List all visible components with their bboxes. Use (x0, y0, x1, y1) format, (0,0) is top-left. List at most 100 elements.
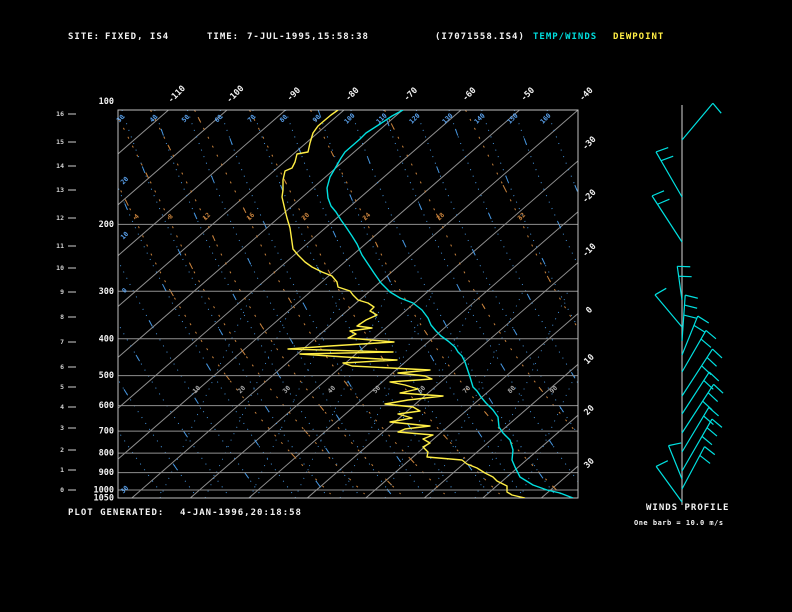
dry-adiabat-dash (118, 378, 196, 495)
moist-adiabat-line (249, 110, 500, 495)
adiabat-top-label: 90 (311, 113, 322, 124)
top-temp-label: -110 (166, 84, 188, 106)
dry-adiabat-line (118, 259, 261, 495)
wind-barb (681, 348, 723, 397)
dry-adiabat-labels: 30 40 50 60 70 80 90 100 110 120 130 140 150 16020100… (115, 112, 559, 496)
adiabat-top-label: 160 (539, 112, 553, 126)
pressure-tick-label: 500 (99, 371, 114, 381)
moist-adiabat-dash (465, 110, 578, 330)
adiabat-mid-label: 70 (461, 384, 472, 395)
dry-adiabat-dash (118, 322, 228, 495)
top-temp-label: -70 (402, 86, 420, 104)
height-tick-label: 15 (56, 138, 64, 146)
top-temp-labels: -110 -100 -90 -80 -70 -60 -50 -40 (166, 84, 595, 106)
adiabat-top-label: 50 (180, 113, 191, 124)
dry-adiabat-line (121, 110, 326, 495)
moist-adiabat-line (384, 110, 578, 435)
dry-adiabat-dash (118, 186, 294, 495)
moist-adiabat-dash (310, 110, 561, 495)
right-temp-label: 0 (584, 305, 595, 316)
top-temp-label: -80 (344, 86, 362, 104)
moist-adiabat-label: 28 (435, 211, 446, 222)
moist-adiabat-label: 8 (166, 212, 174, 220)
adiabat-mid-label: 50 (371, 384, 382, 395)
dry-adiabat-line (743, 110, 792, 494)
dry-adiabat-dash (118, 430, 163, 495)
dry-adiabat-line (678, 110, 792, 494)
wind-barb-flick (651, 190, 665, 197)
wind-barb-flick (704, 446, 716, 456)
height-tick-label: 8 (60, 313, 64, 321)
isotherm-line (118, 110, 462, 409)
winds-barb-legend: One barb = 10.0 m/s (634, 519, 724, 527)
wind-barb-flick (705, 329, 717, 340)
top-temp-label: -50 (519, 86, 537, 104)
wind-barb-shaft (667, 445, 683, 480)
grid-layer (118, 110, 792, 498)
wind-barb (681, 383, 724, 434)
wind-barb-flick (655, 146, 669, 153)
moist-adiabat-label: 16 (245, 211, 256, 222)
top-temp-label: -60 (461, 86, 479, 104)
moist-adiabat-label: 4 (132, 212, 140, 220)
pressure-axis-labels: 10020030040050060070080090010001050 (94, 97, 114, 504)
isotherm-line (482, 414, 578, 498)
temp-trace (326, 110, 574, 498)
adiabat-top-label: 40 (148, 113, 159, 124)
height-tick-label: 5 (60, 383, 64, 391)
mixing-ratio-line (519, 368, 578, 498)
height-tick-label: 11 (56, 242, 64, 250)
wind-barb-shaft (654, 294, 683, 328)
dry-adiabat-dash (121, 110, 326, 495)
dry-adiabat-dash (317, 110, 523, 495)
wind-barb-flick (660, 155, 674, 162)
isotherm-line (118, 110, 520, 460)
wind-barb-flick (668, 442, 682, 447)
dry-adiabat-line (448, 110, 578, 385)
wind-barb-shaft (655, 466, 683, 503)
isotherm-line (131, 110, 578, 498)
dry-adiabat-dash (219, 110, 424, 495)
wind-barb-shaft (676, 266, 683, 301)
isotherm-line (306, 261, 578, 498)
wind-barb-flick (713, 383, 724, 394)
pressure-tick-label: 600 (99, 401, 114, 411)
dry-adiabat-dash (186, 110, 392, 495)
pressure-tick-label: 1050 (94, 494, 114, 504)
height-tick-label: 0 (60, 486, 64, 494)
wind-barb-flick (693, 324, 706, 333)
wind-barb-flick (701, 435, 713, 446)
height-tick-label: 3 (60, 424, 64, 432)
adiabat-mid-label: 10 (191, 384, 202, 395)
right-temp-label: 20 (582, 403, 596, 417)
isotherm-line (600, 110, 792, 498)
wind-barb (681, 418, 723, 472)
moist-adiabat-label: 24 (361, 211, 372, 222)
top-temp-label: -100 (225, 84, 247, 106)
moist-adiabat-label: 32 (516, 211, 527, 222)
wind-barb (681, 371, 720, 415)
adiabat-top-label: 70 (246, 113, 257, 124)
dry-adiabat-line (186, 110, 392, 495)
moist-adiabat-line (310, 110, 561, 495)
adiabat-mid-label: 90 (548, 384, 559, 395)
wind-barb-shaft (651, 195, 683, 243)
top-temp-label: -90 (285, 86, 303, 104)
dry-adiabat-line (118, 430, 163, 495)
wind-barb-shaft (681, 446, 706, 490)
height-tick-label: 1 (60, 466, 64, 474)
plot-generated-value: 4-JAN-1996,20:18:58 (180, 508, 302, 518)
moist-adiabat-label: 20 (300, 211, 311, 222)
height-tick-label: 13 (56, 186, 64, 194)
dry-adiabat-line (711, 110, 792, 494)
wind-barb (667, 442, 683, 480)
dry-adiabat-line (219, 110, 424, 495)
dry-adiabat-dash (448, 110, 578, 385)
wind-barb-flick (712, 348, 723, 359)
wind-profile (651, 102, 724, 505)
moist-adiabat-dash (249, 110, 500, 495)
dry-adiabat-line (118, 322, 228, 495)
height-tick-label: 12 (56, 214, 64, 222)
wind-barb (681, 406, 719, 453)
wind-barb-flick (683, 314, 697, 319)
